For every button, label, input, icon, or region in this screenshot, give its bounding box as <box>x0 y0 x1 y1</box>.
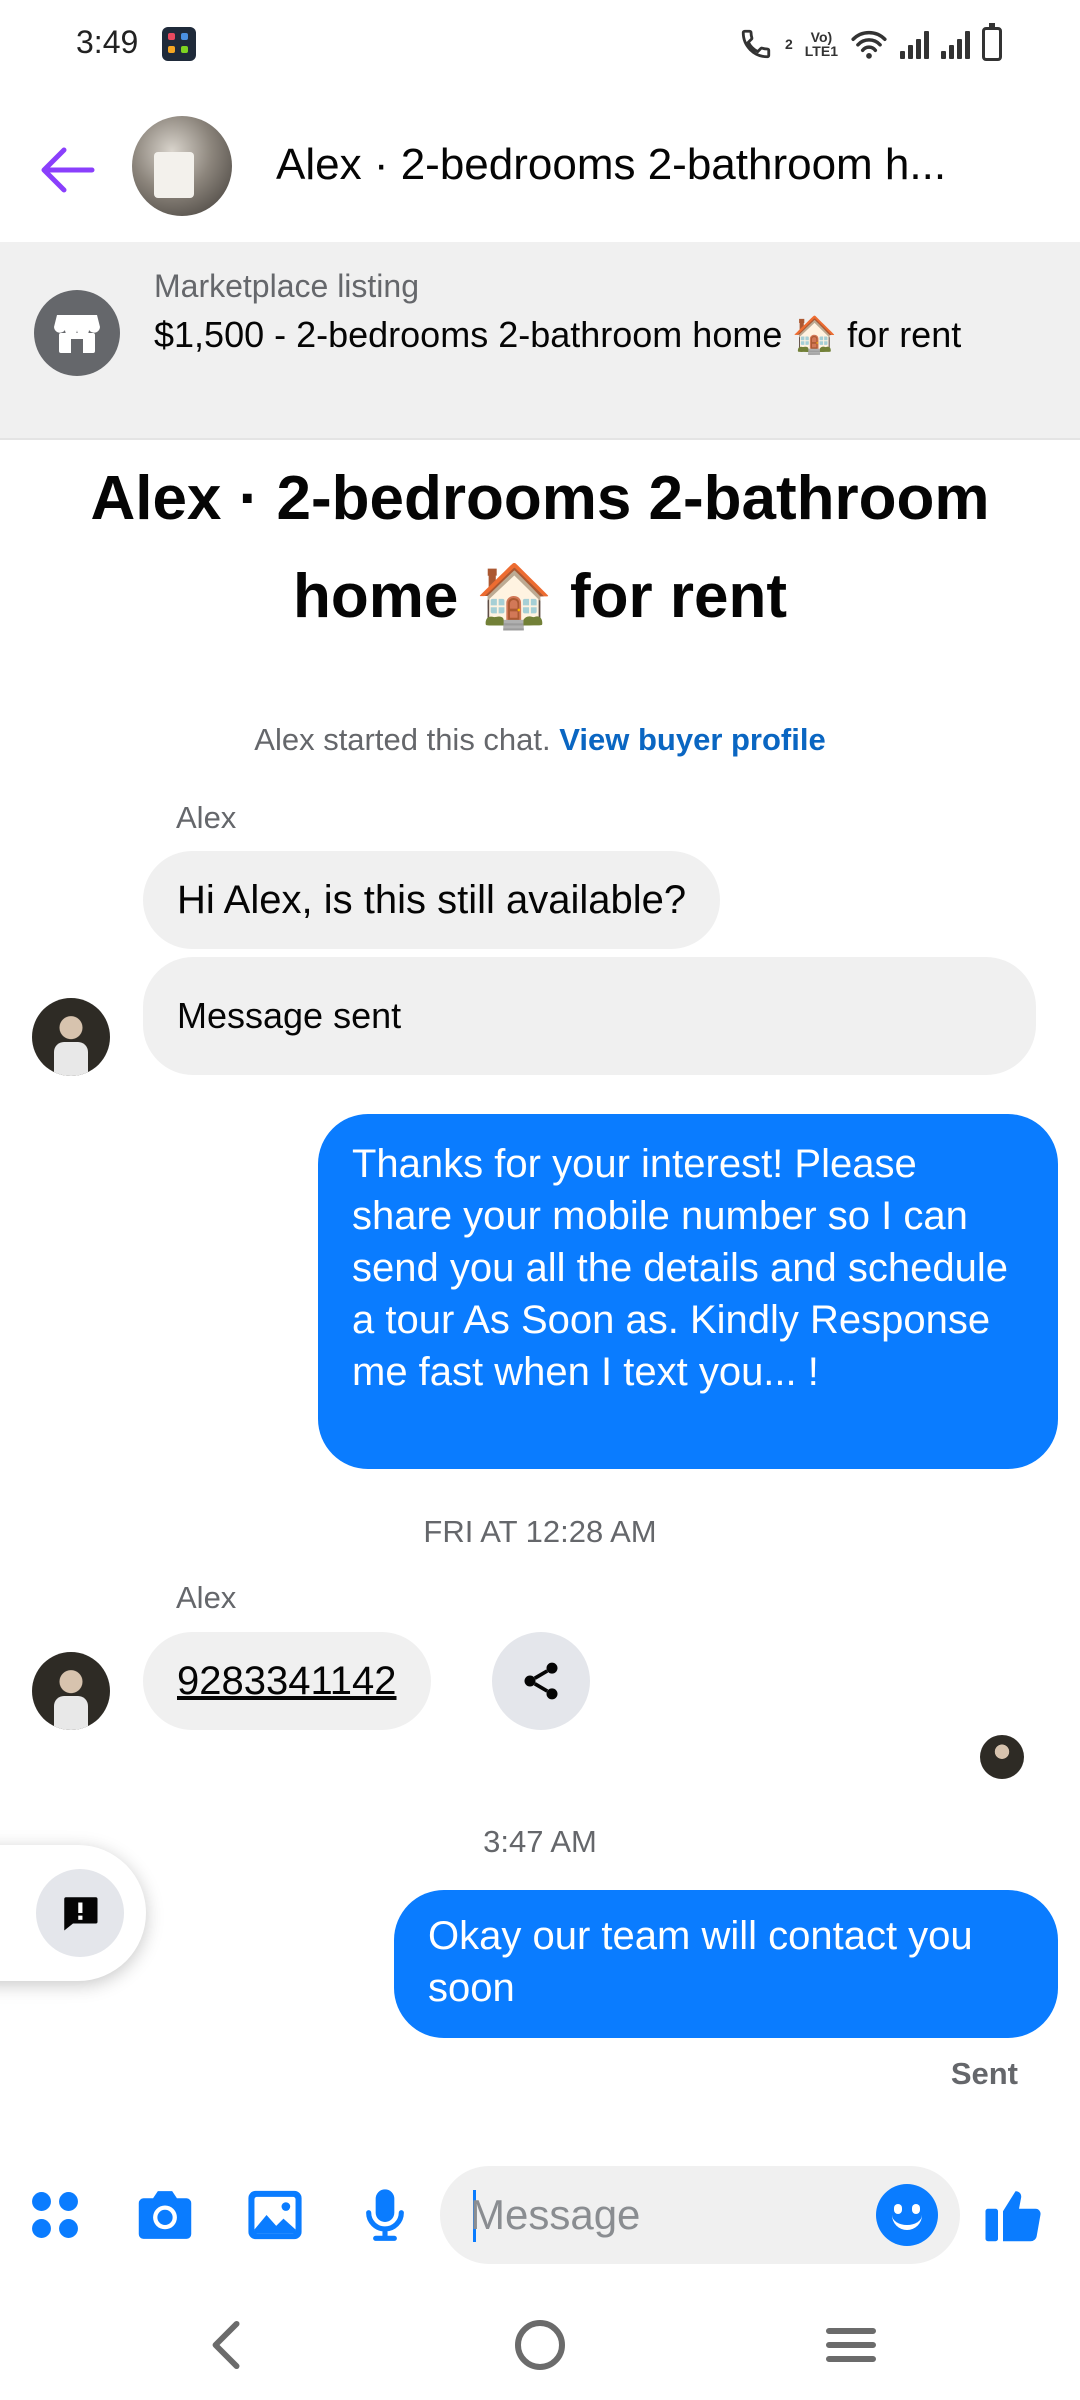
outgoing-message[interactable]: Thanks for your interest! Please share y… <box>318 1114 1058 1469</box>
messenger-screen: 3:49 2 Vo) LTE1 Alex · 2-bedrooms 2-bath… <box>0 0 1080 2400</box>
listing-thumbnail-avatar[interactable] <box>132 116 232 216</box>
chat-header: Alex · 2-bedrooms 2-bathroom h... <box>0 100 1080 240</box>
camera-button[interactable] <box>130 2180 200 2250</box>
listing-title: $1,500 - 2-bedrooms 2-bathroom home 🏠 fo… <box>154 314 962 355</box>
incoming-message-status[interactable]: Message sent <box>143 957 1036 1075</box>
emoji-icon[interactable] <box>876 2184 938 2246</box>
timestamp: FRI AT 12:28 AM <box>423 1514 657 1549</box>
signal-icon-1 <box>900 29 929 59</box>
chat-started-note: Alex started this chat. View buyer profi… <box>254 722 826 757</box>
seen-receipt-avatar <box>980 1735 1024 1779</box>
sender-label: Alex <box>176 1580 237 1615</box>
view-buyer-profile-link[interactable]: View buyer profile <box>559 722 825 757</box>
incoming-message[interactable]: Hi Alex, is this still available? <box>143 851 721 949</box>
signal-icon-2 <box>941 29 970 59</box>
camera-icon <box>138 2191 192 2239</box>
header-title[interactable]: Alex · 2-bedrooms 2-bathroom h... <box>276 140 1016 190</box>
battery-icon <box>982 23 1002 61</box>
sender-avatar[interactable] <box>32 998 110 1076</box>
recents-nav-icon <box>826 2328 876 2362</box>
gallery-icon <box>248 2190 302 2240</box>
message-input-container[interactable] <box>440 2166 960 2264</box>
shop-icon <box>34 290 120 376</box>
status-icons: 2 Vo) LTE1 <box>739 22 1002 66</box>
apps-icon <box>32 2192 78 2238</box>
thumbs-up-icon <box>985 2191 1041 2242</box>
like-button[interactable] <box>978 2180 1048 2250</box>
share-icon <box>524 1662 558 1700</box>
microphone-icon <box>366 2189 404 2241</box>
sender-label: Alex <box>176 800 237 835</box>
gallery-button[interactable] <box>240 2180 310 2250</box>
listing-label: Marketplace listing <box>154 268 419 304</box>
nav-recents-button[interactable] <box>796 2300 906 2390</box>
arrow-left-icon <box>41 147 95 193</box>
sim-indicator: 2 <box>785 36 793 52</box>
home-nav-icon <box>515 2320 565 2370</box>
outgoing-message[interactable]: Okay our team will contact you soon <box>394 1890 1058 2038</box>
timestamp: 3:47 AM <box>483 1824 597 1859</box>
call-icon <box>741 29 771 59</box>
share-button[interactable] <box>492 1632 590 1730</box>
back-nav-icon <box>212 2320 240 2370</box>
microphone-button[interactable] <box>350 2180 420 2250</box>
report-floating-button[interactable] <box>0 1845 146 1981</box>
chat-title: Alex · 2-bedrooms 2-bathroom home 🏠 for … <box>90 464 990 631</box>
status-bar: 3:49 2 Vo) LTE1 <box>0 0 1080 90</box>
volte-indicator: Vo) LTE1 <box>804 29 838 59</box>
marketplace-listing-banner[interactable]: Marketplace listing $1,500 - 2-bedrooms … <box>0 242 1080 440</box>
report-icon <box>64 1897 98 1931</box>
nav-back-button[interactable] <box>172 2300 282 2390</box>
system-navigation-bar <box>0 2290 1080 2400</box>
nav-home-button[interactable] <box>485 2300 595 2390</box>
message-input[interactable] <box>470 2166 850 2264</box>
wifi-icon <box>851 30 887 59</box>
message-composer <box>0 2160 1080 2270</box>
message-status: Sent <box>950 2056 1018 2091</box>
back-button[interactable] <box>24 128 108 212</box>
status-time: 3:49 <box>76 24 139 60</box>
app-notification-icon <box>162 27 196 61</box>
apps-button[interactable] <box>20 2180 90 2250</box>
phone-number-message[interactable]: 9283341142 <box>143 1632 431 1730</box>
sender-avatar[interactable] <box>32 1652 110 1730</box>
